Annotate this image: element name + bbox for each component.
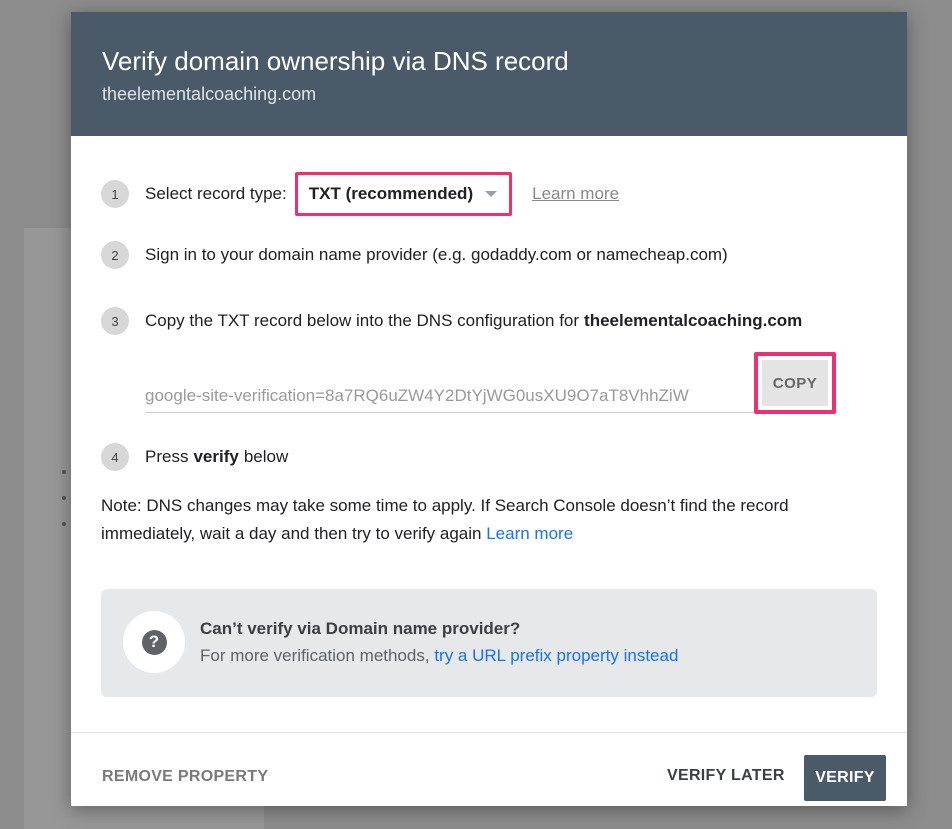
url-prefix-link[interactable]: try a URL prefix property instead xyxy=(434,646,678,665)
record-type-value: TXT (recommended) xyxy=(308,184,474,203)
dialog-subtitle: theelementalcoaching.com xyxy=(102,84,317,104)
card-title: Can’t verify via Domain name provider? xyxy=(200,619,521,638)
dropdown-caret-icon xyxy=(485,191,498,197)
step-text: Sign in to your domain name provider (e.… xyxy=(145,245,728,264)
step-number: 1 xyxy=(101,180,129,208)
background-bullets xyxy=(62,470,66,548)
alternative-verification-card: ? Can’t verify via Domain name provider?… xyxy=(101,589,877,697)
help-icon: ? xyxy=(141,629,167,655)
card-body-text: For more verification methods, xyxy=(200,646,430,665)
copy-highlight: COPY xyxy=(754,352,836,414)
step-number: 3 xyxy=(101,307,129,335)
remove-property-button[interactable]: REMOVE PROPERTY xyxy=(102,768,268,786)
learn-more-link[interactable]: Learn more xyxy=(532,184,619,204)
record-type-select[interactable]: TXT (recommended) xyxy=(294,172,513,216)
step-3: 3 Copy the TXT record below into the DNS… xyxy=(101,307,802,335)
verify-later-button[interactable]: VERIFY LATER xyxy=(667,767,785,785)
card-body: For more verification methods, try a URL… xyxy=(200,646,678,666)
txt-record-field[interactable]: google-site-verification=8a7RQ6uZW4Y2DtY… xyxy=(145,374,753,413)
dialog-header: Verify domain ownership via DNS record t… xyxy=(71,12,907,136)
note-learn-more-link[interactable]: Learn more xyxy=(486,524,573,543)
help-icon-container: ? xyxy=(123,611,185,673)
verify-button[interactable]: VERIFY xyxy=(804,755,886,801)
copy-button[interactable]: COPY xyxy=(762,360,828,406)
step-1: 1 Select record type: TXT (recommended) … xyxy=(101,172,619,216)
verify-dialog: Verify domain ownership via DNS record t… xyxy=(71,12,907,806)
step-text-before: Press xyxy=(145,447,189,466)
step-text-after: below xyxy=(243,447,289,466)
step-4: 4 Press verify below xyxy=(101,443,288,471)
step-label: Select record type: xyxy=(145,184,287,203)
dialog-title: Verify domain ownership via DNS record xyxy=(102,46,569,76)
dialog-footer: REMOVE PROPERTY VERIFY LATER VERIFY xyxy=(71,732,907,807)
step-domain: theelementalcoaching.com xyxy=(584,311,803,330)
step-number: 2 xyxy=(101,241,129,269)
dns-note: Note: DNS changes may take some time to … xyxy=(101,492,861,548)
step-text-bold: verify xyxy=(193,447,239,466)
step-2: 2 Sign in to your domain name provider (… xyxy=(101,241,728,269)
step-number: 4 xyxy=(101,443,129,471)
note-text: Note: DNS changes may take some time to … xyxy=(101,496,789,543)
step-text: Copy the TXT record below into the DNS c… xyxy=(145,311,580,330)
